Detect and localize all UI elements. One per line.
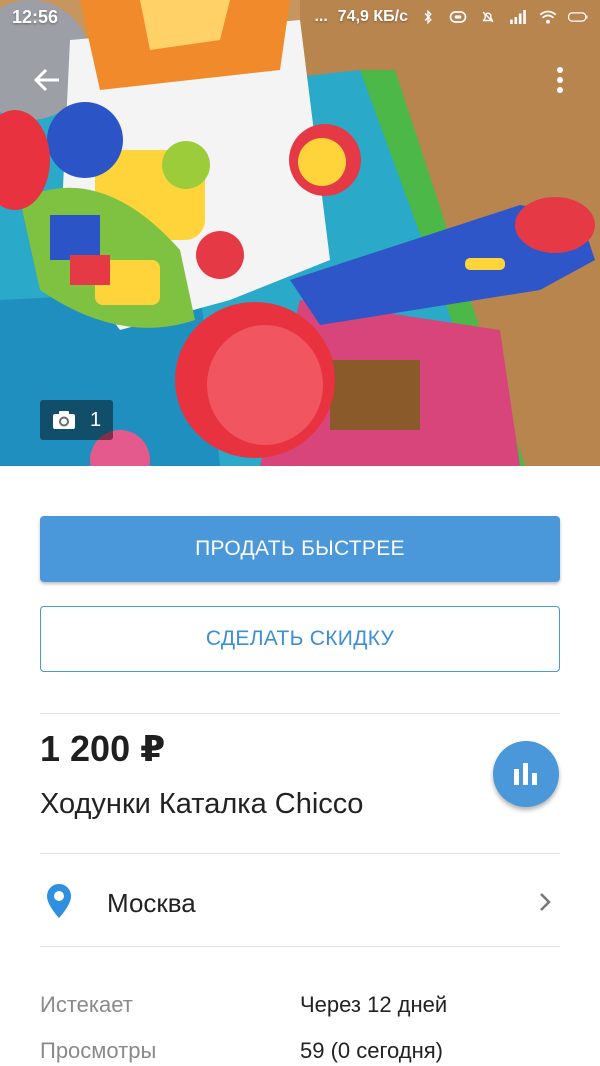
location-row[interactable]: Москва xyxy=(40,855,560,947)
status-bar: 12:56 ... 74,9 КБ/с xyxy=(0,0,600,34)
vibration-icon xyxy=(449,11,467,23)
camera-icon xyxy=(53,411,75,429)
status-indicators: ... 74,9 КБ/с xyxy=(314,8,588,26)
divider xyxy=(40,853,560,854)
photo-counter: 1 xyxy=(40,400,114,440)
make-discount-button[interactable]: СДЕЛАТЬ СКИДКУ xyxy=(40,606,560,672)
alarm-off-icon xyxy=(482,11,494,23)
back-button[interactable] xyxy=(22,58,72,102)
statistics-button[interactable] xyxy=(493,741,559,807)
views-value: 59 (0 сегодня) xyxy=(300,1038,444,1063)
bluetooth-icon xyxy=(424,10,432,24)
photo-count: 1 xyxy=(90,408,102,431)
sell-faster-button[interactable]: ПРОДАТЬ БЫСТРЕЕ xyxy=(40,516,560,582)
status-dots: ... xyxy=(314,8,328,25)
listing-title: Ходунки Каталка Chicco xyxy=(40,788,364,820)
more-options-button[interactable] xyxy=(538,58,582,102)
photo-toolbar xyxy=(0,50,600,110)
expires-value: Через 12 дней xyxy=(300,992,448,1017)
location-pin-icon xyxy=(47,884,71,918)
network-speed: 74,9 КБ/с xyxy=(337,8,408,25)
more-vertical-icon xyxy=(557,67,563,93)
battery-icon xyxy=(568,12,588,22)
expires-label: Истекает xyxy=(40,992,133,1017)
status-time: 12:56 xyxy=(12,6,59,27)
divider xyxy=(40,713,560,714)
listing-price: 1 200 ₽ xyxy=(40,728,166,769)
listing-photo[interactable]: 12:56 ... 74,9 КБ/с 1 xyxy=(0,0,600,466)
location-text: Москва xyxy=(107,888,196,918)
bar-chart-icon xyxy=(514,763,537,785)
chevron-right-icon xyxy=(540,893,551,911)
wifi-icon xyxy=(539,10,557,24)
divider xyxy=(40,946,560,947)
views-label: Просмотры xyxy=(40,1038,157,1063)
signal-icon xyxy=(510,10,526,24)
make-discount-label: СДЕЛАТЬ СКИДКУ xyxy=(205,627,395,650)
arrow-left-icon xyxy=(33,68,59,92)
sell-faster-label: ПРОДАТЬ БЫСТРЕЕ xyxy=(195,537,405,560)
